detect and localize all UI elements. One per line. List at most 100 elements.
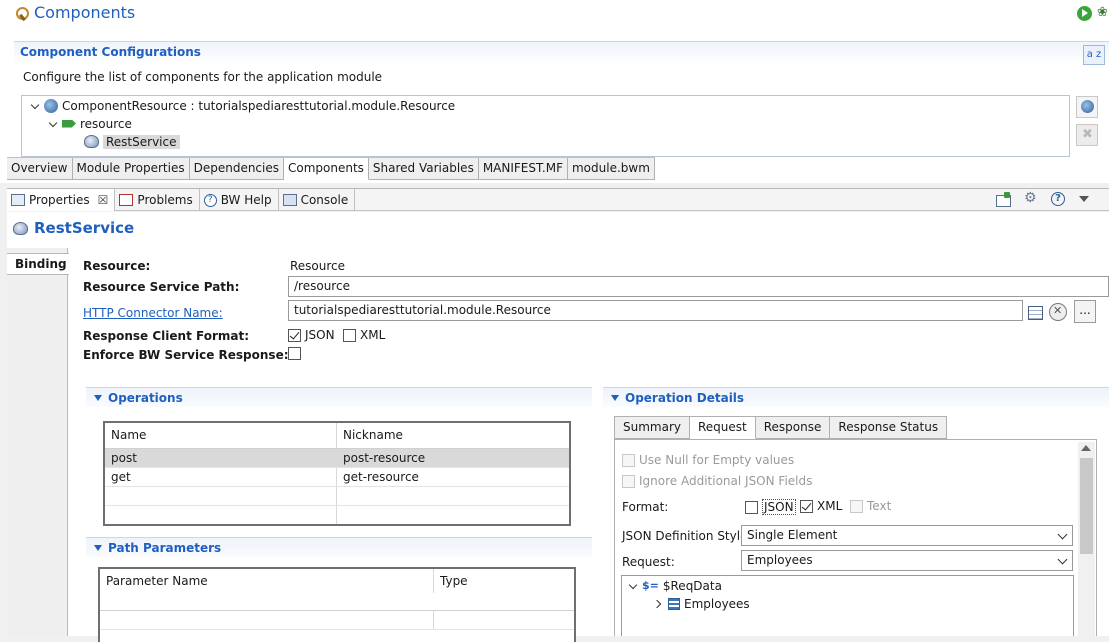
enforce-response-checkbox[interactable] <box>288 347 301 360</box>
operations-table[interactable]: Name Nickname post post-resource get get… <box>103 421 571 526</box>
expand-chevron-icon[interactable] <box>30 101 40 111</box>
request-xml-label: XML <box>817 499 843 513</box>
expand-chevron-icon[interactable] <box>48 119 58 129</box>
tab-label: Properties <box>29 193 90 207</box>
element-icon <box>668 597 680 610</box>
tab-bw-help[interactable]: ? BW Help <box>200 189 279 211</box>
tab-module-properties[interactable]: Module Properties <box>72 158 190 180</box>
request-label: Request: <box>622 555 675 569</box>
section-description: Configure the list of components for the… <box>23 70 383 84</box>
tab-properties[interactable]: Properties ☒ <box>7 189 116 211</box>
tab-module-bwm[interactable]: module.bwm <box>567 158 655 180</box>
components-tree[interactable]: ComponentResource : tutorialspediaresttu… <box>21 95 1070 157</box>
operations-section-header[interactable]: Operations <box>86 387 592 407</box>
json-definition-style-select[interactable]: Single Element <box>741 525 1073 546</box>
browse-connector-icon[interactable] <box>1026 303 1044 321</box>
column-header-type[interactable]: Type <box>434 569 574 593</box>
scroll-up-icon[interactable] <box>1081 445 1091 451</box>
request-xml-checkbox[interactable] <box>800 499 813 513</box>
request-schema-tree[interactable]: $= $ReqData Employees <box>621 575 1074 636</box>
sort-az-button[interactable]: a z <box>1083 45 1105 65</box>
json-checkbox[interactable] <box>288 328 301 342</box>
column-header-name[interactable]: Name <box>105 423 337 448</box>
format-json-option[interactable]: JSON <box>288 328 335 342</box>
tab-response[interactable]: Response <box>755 416 831 439</box>
table-row[interactable]: post post-resource <box>105 449 569 468</box>
connector-more-button[interactable]: ... <box>1074 300 1096 323</box>
table-row-empty <box>105 506 569 524</box>
tab-summary[interactable]: Summary <box>614 416 690 439</box>
enforce-response-option[interactable] <box>288 347 301 360</box>
tab-console[interactable]: Console <box>279 189 356 211</box>
side-tab-column <box>7 248 68 636</box>
table-header: Name Nickname <box>105 423 569 449</box>
request-json-checkbox[interactable] <box>745 500 758 514</box>
json-definition-style-label: JSON Definition Style: <box>622 529 752 543</box>
column-header-nickname[interactable]: Nickname <box>337 423 569 448</box>
component-icon <box>44 98 58 113</box>
scrollbar-thumb[interactable] <box>1080 458 1093 554</box>
request-format-text-option: Text <box>850 499 891 513</box>
pin-view-icon[interactable] <box>995 191 1011 207</box>
ignore-json-label: Ignore Additional JSON Fields <box>639 474 813 488</box>
chevron-right-icon[interactable] <box>654 599 664 609</box>
view-menu-icon[interactable] <box>1077 191 1093 207</box>
tree-node-employees[interactable]: Employees <box>654 595 750 612</box>
expand-chevron-icon[interactable] <box>628 581 638 591</box>
properties-panel: RestService Binding Resource: Resource R… <box>7 212 1109 642</box>
path-parameters-section-header[interactable]: Path Parameters <box>86 537 592 557</box>
tab-shared-variables[interactable]: Shared Variables <box>368 158 479 180</box>
tree-node-label: ComponentResource : tutorialspediaresttu… <box>62 98 456 113</box>
operation-details-section-header[interactable]: Operation Details <box>603 387 1109 407</box>
tab-response-status[interactable]: Response Status <box>830 416 948 439</box>
tree-node-resource[interactable]: resource <box>48 115 132 132</box>
format-xml-option[interactable]: XML <box>343 328 385 342</box>
tab-problems[interactable]: Problems <box>115 189 200 211</box>
tab-overview[interactable]: Overview <box>7 158 73 180</box>
tree-node-label: Employees <box>684 596 750 611</box>
clear-connector-icon[interactable] <box>1049 303 1067 321</box>
request-format-json-option[interactable]: JSON <box>745 499 796 515</box>
request-format-xml-option[interactable]: XML <box>800 499 842 513</box>
run-icon[interactable] <box>1077 6 1092 21</box>
tab-request[interactable]: Request <box>690 416 756 439</box>
column-header-parameter-name[interactable]: Parameter Name <box>100 569 434 593</box>
tab-label: BW Help <box>220 193 272 207</box>
tree-node-restservice[interactable]: RestService <box>84 133 180 150</box>
settings-icon[interactable] <box>1023 190 1039 207</box>
enforce-bw-service-response-label: Enforce BW Service Response: <box>83 348 289 362</box>
empty-cell <box>105 487 337 505</box>
empty-cell <box>105 506 337 524</box>
section-title[interactable]: Component Configurations <box>20 45 201 59</box>
table-row[interactable]: get get-resource <box>105 468 569 487</box>
tree-node-label: resource <box>80 116 132 131</box>
debug-icon[interactable]: ❀ <box>1097 5 1109 21</box>
resource-service-path-input[interactable]: /resource <box>288 276 1109 297</box>
use-null-option: Use Null for Empty values <box>622 453 794 467</box>
tab-label: Problems <box>137 193 193 207</box>
variable-icon: $= <box>642 579 659 592</box>
tab-manifest[interactable]: MANIFEST.MF <box>478 158 568 180</box>
close-icon[interactable]: ☒ <box>98 193 109 207</box>
tree-node-reqdata[interactable]: $= $ReqData <box>628 577 722 594</box>
table-row-empty <box>100 611 574 630</box>
operation-nickname-cell: get-resource <box>343 470 419 484</box>
table-row-empty <box>105 487 569 506</box>
tab-dependencies[interactable]: Dependencies <box>189 158 284 180</box>
http-connector-name-link[interactable]: HTTP Connector Name: <box>83 306 223 320</box>
path-parameters-table[interactable]: Parameter Name Type <box>98 567 576 642</box>
tab-binding[interactable]: Binding <box>7 253 69 275</box>
add-component-button[interactable] <box>1076 96 1098 118</box>
tree-node-component-resource[interactable]: ComponentResource : tutorialspediaresttu… <box>30 97 455 114</box>
properties-title: RestService <box>13 219 134 237</box>
http-connector-name-input[interactable]: tutorialspediaresttutorial.module.Resour… <box>288 300 1023 321</box>
remove-component-button[interactable] <box>1076 124 1098 146</box>
resource-value: Resource <box>290 259 346 273</box>
xml-option-label: XML <box>360 328 386 342</box>
help-icon[interactable]: ? <box>1051 192 1065 206</box>
request-select[interactable]: Employees <box>741 550 1073 571</box>
tab-components[interactable]: Components <box>284 158 369 180</box>
operation-name-cell: get <box>105 468 337 486</box>
xml-checkbox[interactable] <box>343 328 356 342</box>
console-icon <box>282 194 297 206</box>
